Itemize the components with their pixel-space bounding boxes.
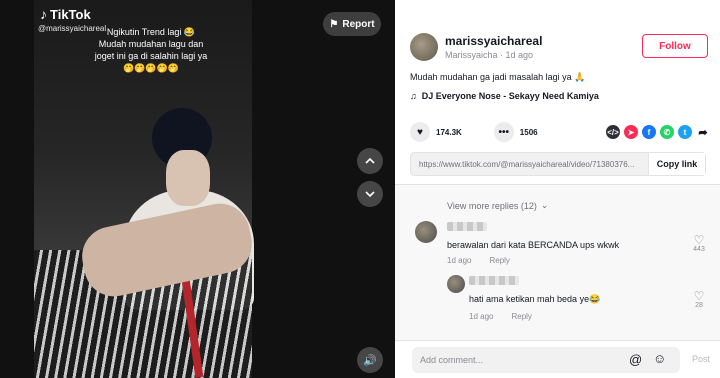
comment-button[interactable]: ••• bbox=[493, 122, 514, 142]
speaker-icon: 🔊 bbox=[363, 354, 377, 367]
send-icon[interactable]: ➤ bbox=[624, 125, 638, 139]
post-time: 1d ago bbox=[505, 50, 534, 60]
chevron-up-icon bbox=[365, 157, 375, 164]
like-count: 174.3K bbox=[436, 127, 462, 137]
reply-item: hati ama ketikan mah beda ye😂 1d ago Rep… bbox=[395, 275, 720, 325]
heart-icon: ♥ bbox=[417, 126, 423, 138]
author-display-name: Marissyaicha bbox=[445, 50, 498, 60]
comment-bubble-icon: ••• bbox=[498, 126, 510, 138]
follow-button[interactable]: Follow bbox=[642, 34, 708, 58]
author-info: marissyaichareal Marissyaicha · 1d ago bbox=[445, 34, 542, 60]
whatsapp-icon[interactable]: ✆ bbox=[660, 125, 674, 139]
chevron-down-icon bbox=[365, 191, 375, 198]
comments-list[interactable]: View more replies (12) ⌄ berawalan dari … bbox=[395, 185, 720, 340]
twitter-icon[interactable]: t bbox=[678, 125, 692, 139]
post-description: Mudah mudahan ga jadi masalah lagi ya 🙏 bbox=[410, 72, 586, 82]
emoji-icon[interactable]: ☺ bbox=[653, 351, 666, 366]
comment-text: berawalan dari kata BERCANDA ups wkwk bbox=[447, 240, 620, 250]
tiktok-logo-icon: ♪ bbox=[40, 6, 47, 22]
video-caption-overlay: Ngikutin Trend lagi 😂 Mudah mudahan lagu… bbox=[66, 26, 236, 74]
music-title[interactable]: DJ Everyone Nose - Sekayy Need Kamiya bbox=[422, 91, 599, 101]
comment-text: hati ama ketikan mah beda ye😂 bbox=[469, 294, 601, 304]
heart-outline-icon: ♡ bbox=[693, 289, 705, 303]
commenter-avatar[interactable] bbox=[447, 275, 465, 293]
tiktok-video-page: ♪ TikTok @ marissyaichareal Ngikutin Tren… bbox=[0, 0, 720, 378]
video-area[interactable]: ♪ TikTok @marissyaichareal Ngikutin Tren… bbox=[0, 0, 395, 378]
reply-button[interactable]: Reply bbox=[489, 256, 509, 265]
author-row[interactable]: marissyaichareal Marissyaicha · 1d ago bbox=[410, 33, 542, 61]
caption-line: Ngikutin Trend lagi 😂 bbox=[106, 27, 196, 37]
caption-line: 🤭🤭🤭🤭🤭 bbox=[122, 63, 180, 73]
music-note-icon: ♫ bbox=[410, 91, 417, 101]
comment-like-button[interactable]: ♡ 443 bbox=[689, 234, 709, 253]
comment-time: 1d ago bbox=[447, 256, 472, 265]
embed-icon[interactable]: </> bbox=[606, 125, 620, 139]
tiktok-brand-text: TikTok bbox=[50, 6, 91, 22]
engagement-row: ♥ 174.3K ••• 1506 bbox=[410, 122, 538, 142]
comment-count: 1506 bbox=[519, 127, 538, 137]
next-video-button[interactable] bbox=[357, 181, 383, 207]
heart-outline-icon: ♡ bbox=[693, 233, 705, 247]
like-button[interactable]: ♥ bbox=[410, 122, 430, 142]
details-panel: marissyaichareal Marissyaicha · 1d ago F… bbox=[395, 0, 720, 378]
mention-icon[interactable]: @ bbox=[629, 352, 642, 367]
comment-meta: 1d ago Reply bbox=[469, 312, 532, 321]
share-arrow-icon[interactable]: ➦ bbox=[696, 125, 710, 139]
author-username[interactable]: marissyaichareal bbox=[445, 34, 542, 48]
view-more-label: View more replies (12) bbox=[447, 200, 537, 211]
copy-link-button[interactable]: Copy link bbox=[648, 153, 705, 175]
previous-video-button[interactable] bbox=[357, 148, 383, 174]
report-label: Report bbox=[342, 18, 375, 30]
music-link[interactable]: ♫ DJ Everyone Nose - Sekayy Need Kamiya bbox=[410, 91, 599, 101]
view-more-replies-button[interactable]: View more replies (12) ⌄ bbox=[447, 200, 548, 211]
caption-line: joget ini ga di salahin lagi ya bbox=[94, 51, 208, 61]
commenter-name-redacted bbox=[469, 276, 519, 285]
volume-button[interactable]: 🔊 bbox=[357, 347, 383, 373]
facebook-icon[interactable]: f bbox=[642, 125, 656, 139]
comment-meta: 1d ago Reply bbox=[447, 256, 510, 265]
share-icons: </> ➤ f ✆ t ➦ bbox=[606, 125, 710, 139]
comment-time: 1d ago bbox=[469, 312, 494, 321]
author-avatar[interactable] bbox=[410, 33, 438, 61]
reply-button[interactable]: Reply bbox=[511, 312, 531, 321]
chevron-down-icon: ⌄ bbox=[540, 200, 549, 210]
tiktok-watermark: ♪ TikTok bbox=[40, 6, 91, 22]
comment-composer: @ ☺ Post bbox=[395, 340, 720, 378]
comment-like-count: 28 bbox=[695, 302, 703, 309]
author-subline: Marissyaicha · 1d ago bbox=[445, 50, 542, 60]
flag-icon: ⚑ bbox=[329, 18, 339, 30]
share-link-url[interactable]: https://www.tiktok.com/@marissyaichareal… bbox=[411, 160, 648, 169]
post-button[interactable]: Post bbox=[692, 354, 710, 364]
video-subject-face bbox=[166, 150, 210, 206]
report-button[interactable]: ⚑ Report bbox=[323, 12, 381, 36]
comment-like-button[interactable]: ♡ 28 bbox=[689, 290, 709, 309]
commenter-avatar[interactable] bbox=[415, 221, 437, 243]
comment-item: berawalan dari kata BERCANDA ups wkwk 1d… bbox=[395, 221, 720, 271]
commenter-name-redacted bbox=[447, 222, 487, 231]
comment-like-count: 443 bbox=[693, 246, 705, 253]
share-link-box: https://www.tiktok.com/@marissyaichareal… bbox=[410, 152, 706, 176]
caption-line: Mudah mudahan lagu dan bbox=[98, 39, 204, 49]
